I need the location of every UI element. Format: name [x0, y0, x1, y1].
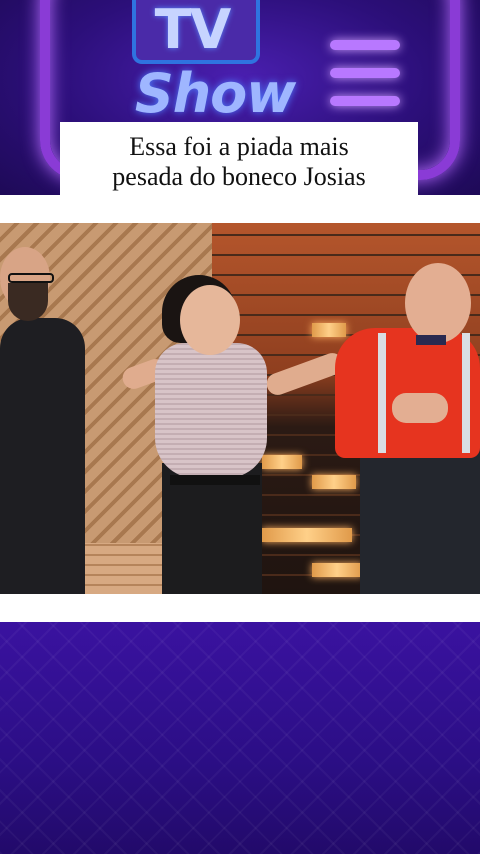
bottom-pattern-background [0, 622, 480, 854]
stage-light [312, 563, 362, 577]
person-left-body [0, 318, 85, 594]
caption-line-1: Essa foi a piada mais [129, 132, 349, 161]
stage-light [312, 475, 356, 489]
video-frame[interactable] [0, 223, 480, 594]
person-center-head [180, 285, 240, 355]
caption-box: Essa foi a piada mais pesada do boneco J… [60, 122, 418, 195]
caption-line-2: pesada do boneco Josias [112, 162, 366, 191]
logo-show-text: Show [134, 62, 296, 125]
person-right-head [405, 263, 471, 343]
person-center-belt [170, 475, 260, 485]
neon-stripe [330, 96, 400, 106]
stage-light [262, 455, 302, 469]
suspender [462, 333, 470, 453]
white-strip-top [0, 195, 480, 223]
person-right-hands [392, 393, 448, 423]
stage-light [262, 528, 352, 542]
person-center-top [155, 343, 267, 478]
white-strip-bottom [0, 594, 480, 622]
person-right-bowtie [416, 335, 446, 345]
person-right-pants [360, 448, 480, 594]
suspender [378, 333, 386, 453]
neon-stripe [330, 68, 400, 78]
stage-light [312, 323, 346, 337]
neon-stripe [330, 40, 400, 50]
logo-tv-text: TV [154, 0, 232, 61]
person-left-glasses [8, 273, 54, 283]
